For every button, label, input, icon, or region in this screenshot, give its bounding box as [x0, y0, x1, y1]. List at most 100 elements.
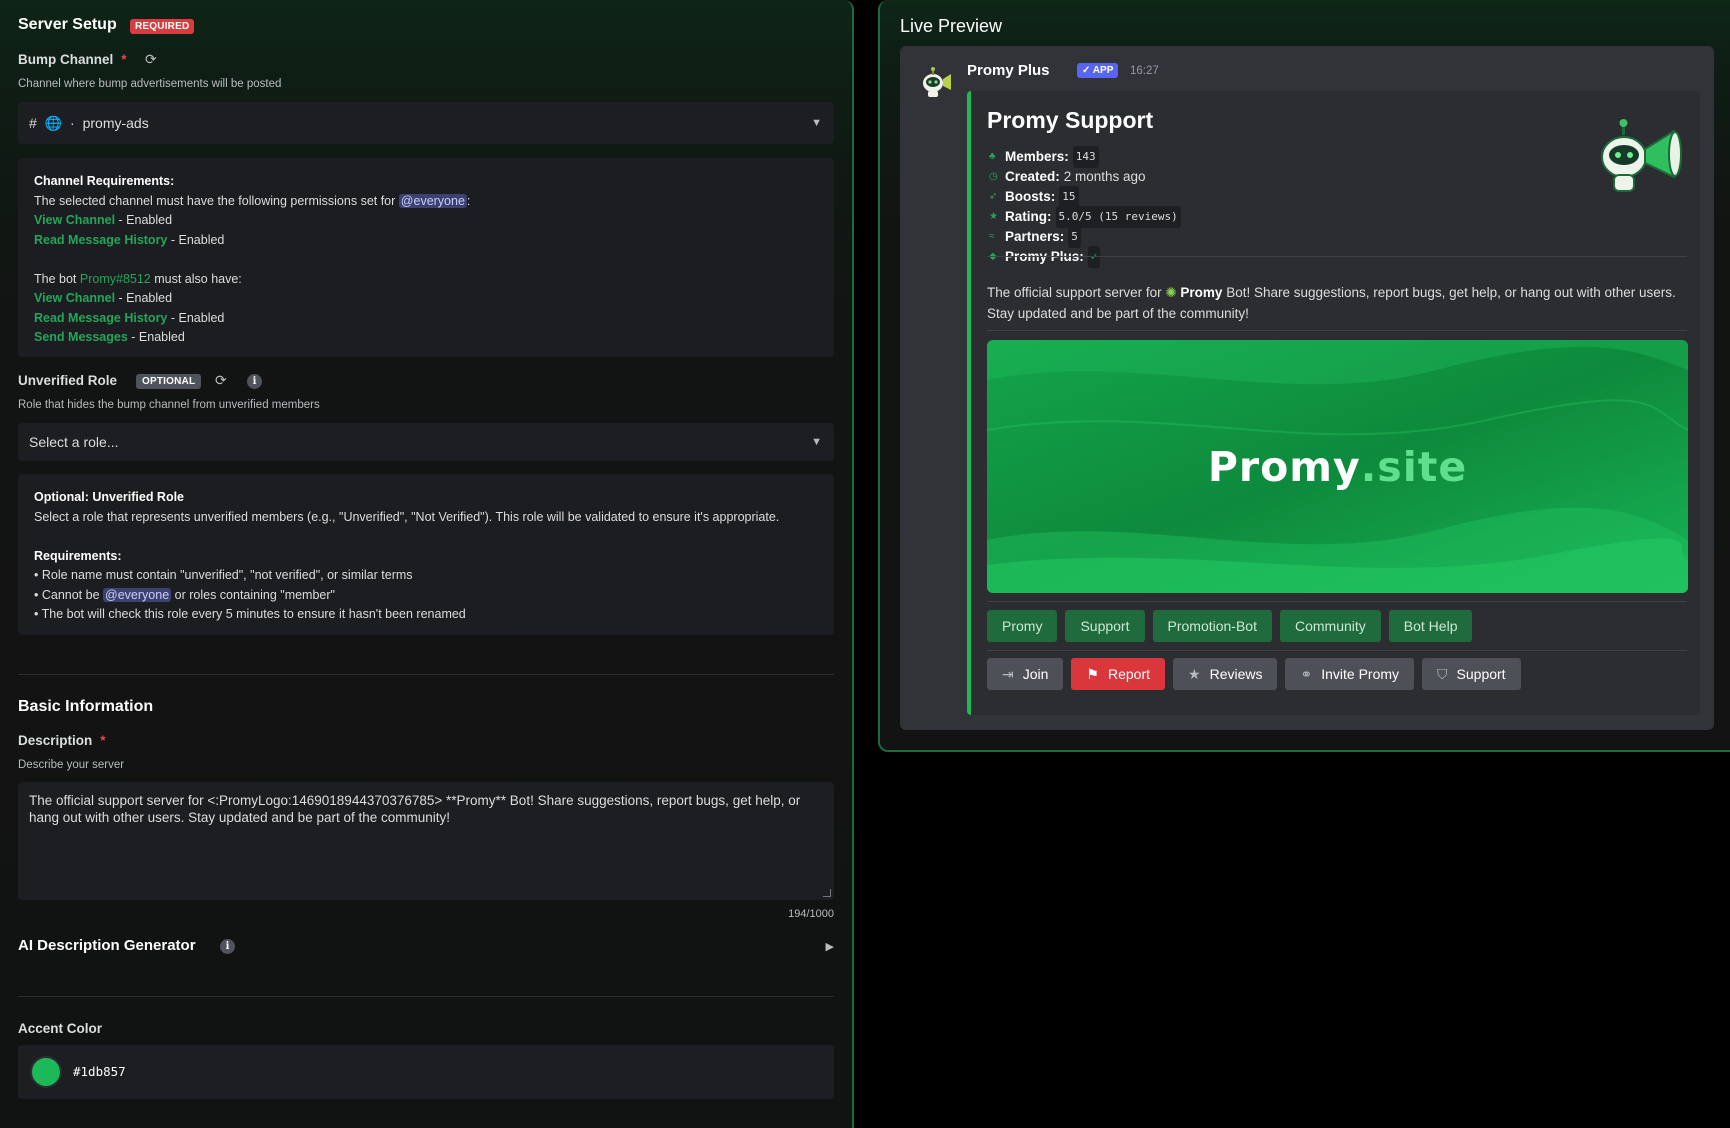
bot-requirements-intro: The bot Promy#8512 must also have:	[34, 271, 242, 286]
embed-description: The official support server for ✺ Promy …	[987, 285, 1676, 321]
unverified-role-info-box: Optional: Unverified Role Select a role …	[18, 474, 834, 635]
info-icon[interactable]: i	[247, 374, 262, 389]
embed-separator	[987, 601, 1687, 602]
tag-row: Promy Support Promotion-Bot Community Bo…	[987, 610, 1473, 642]
tag-promy[interactable]: Promy	[987, 610, 1058, 642]
channel-requirements-intro: The selected channel must have the follo…	[34, 193, 471, 208]
embed-title: Promy Support	[987, 107, 1154, 133]
bot-perm-view-channel: View Channel - Enabled	[34, 291, 173, 305]
button-row: ⇥ Join ⚑ Report ★ Reviews ⚭ Invite Promy ⛉ Su…	[987, 658, 1521, 690]
flag-icon: ⚑	[1086, 665, 1099, 682]
bot-perm-read-history: Read Message History - Enabled	[34, 310, 225, 325]
star-icon: ★	[989, 211, 998, 222]
stat-promy-plus: ◆Promy Plus:✓	[989, 246, 1181, 268]
live-preview-panel: Live Preview Promy Plus ✓ APP 16:27 Prom…	[878, 0, 1730, 752]
bump-channel-select[interactable]: # 🌐 · promy-ads ▼	[18, 102, 834, 144]
stat-created: ◷ Created: 2 months ago	[989, 167, 1181, 187]
unverified-role-refresh-icon[interactable]: ⟳	[215, 372, 227, 389]
report-button[interactable]: ⚑ Report	[1071, 658, 1166, 690]
requirements-title: Requirements:	[34, 548, 122, 563]
embed-banner-image[interactable]: Promy .site	[987, 340, 1688, 593]
bump-channel-label: Bump Channel *	[18, 52, 127, 67]
requirement-item: • The bot will check this role every 5 m…	[34, 607, 466, 621]
bump-channel-hint: Channel where bump advertisements will b…	[18, 78, 282, 90]
server-setup-title: Server Setup	[18, 16, 117, 33]
embed-separator	[987, 256, 1687, 257]
unverified-role-select[interactable]: Select a role... ▼	[18, 423, 834, 461]
tag-support[interactable]: Support	[1065, 610, 1145, 642]
shield-icon: ⛉	[1437, 665, 1448, 682]
channel-hash: #	[29, 115, 37, 131]
optional-badge: OPTIONAL	[136, 374, 202, 389]
unverified-info-text: Select a role that represents unverified…	[34, 509, 780, 524]
server-setup-panel: Server Setup REQUIRED Bump Channel * ⟳ Ch…	[0, 0, 854, 1128]
chevron-down-icon: ▼	[811, 436, 822, 448]
app-badge: ✓ APP	[1077, 63, 1119, 78]
banner-text: Promy .site	[1207, 442, 1468, 491]
everyone-mention[interactable]: @everyone	[398, 193, 467, 208]
reviews-button[interactable]: ★ Reviews	[1173, 658, 1278, 690]
support-button[interactable]: ⛉ Support	[1422, 658, 1521, 690]
expand-arrow-icon[interactable]: ▶	[826, 940, 834, 953]
message-preview: Promy Plus ✓ APP 16:27 Promy Support ♣ Me…	[900, 46, 1714, 730]
clock-icon: ◷	[989, 171, 998, 182]
requirement-item: • Cannot be @everyone or roles containin…	[34, 587, 335, 602]
bot-name: Promy#8512	[79, 271, 151, 286]
stat-rating: ★ Rating: 5.0/5 (15 reviews)	[989, 206, 1181, 228]
ai-generator-title[interactable]: AI Description Generator	[18, 937, 196, 954]
stat-members: ♣ Members: 143	[989, 146, 1181, 168]
rocket-icon: ➶	[989, 191, 998, 202]
embed-thumbnail	[1590, 113, 1686, 201]
section-divider	[18, 674, 834, 675]
tag-promotion-bot[interactable]: Promotion-Bot	[1152, 610, 1272, 642]
embed-stats: ♣ Members: 143 ◷ Created: 2 months ago ➶ Boos…	[989, 146, 1181, 268]
bot-perm-send-messages: Send Messages - Enabled	[34, 330, 185, 344]
promy-logo-emoji-icon: ✺	[1165, 285, 1177, 300]
gem-icon: ◆	[989, 247, 1005, 267]
link-icon: ⚭	[1300, 665, 1313, 682]
info-icon[interactable]: i	[220, 939, 235, 954]
selected-channel: promy-ads	[82, 115, 149, 131]
embed-separator	[987, 330, 1687, 331]
server-embed: Promy Support ♣ Members: 143 ◷ Created: 2 mo…	[967, 91, 1700, 715]
description-hint: Describe your server	[18, 759, 125, 771]
star-icon: ★	[1188, 665, 1201, 682]
channel-requirements-box: Channel Requirements: The selected chann…	[18, 158, 834, 357]
accent-hex-value[interactable]: #1db857	[73, 1064, 126, 1079]
join-button[interactable]: ⇥ Join	[987, 658, 1064, 690]
description-value: The official support server for <:PromyL…	[29, 793, 801, 825]
channel-requirements-title: Channel Requirements:	[34, 174, 175, 188]
message-timestamp: 16:27	[1130, 65, 1159, 77]
stat-boosts: ➶ Boosts: 15	[989, 186, 1181, 208]
handshake-icon: ≈	[989, 231, 995, 242]
author-name[interactable]: Promy Plus	[967, 62, 1050, 79]
accent-color-picker[interactable]: #1db857	[18, 1045, 834, 1099]
bot-avatar[interactable]	[916, 62, 956, 102]
description-textarea[interactable]: The official support server for <:PromyL…	[18, 782, 834, 900]
unverified-info-title: Optional: Unverified Role	[34, 490, 185, 504]
tag-community[interactable]: Community	[1279, 610, 1381, 642]
required-badge: REQUIRED	[130, 19, 195, 34]
unverified-role-hint: Role that hides the bump channel from un…	[18, 399, 320, 411]
everyone-mention[interactable]: @everyone	[103, 587, 172, 602]
unverified-role-label: Unverified Role	[18, 373, 118, 388]
door-icon: ⇥	[1002, 665, 1014, 682]
members-icon: ♣	[989, 151, 996, 162]
globe-icon: 🌐	[44, 115, 63, 131]
invite-button[interactable]: ⚭ Invite Promy	[1285, 658, 1415, 690]
bump-channel-refresh-icon[interactable]: ⟳	[145, 51, 157, 68]
description-label: Description *	[18, 733, 106, 748]
accent-color-label: Accent Color	[18, 1021, 103, 1036]
live-preview-title: Live Preview	[900, 16, 1003, 36]
section-divider	[18, 996, 834, 997]
tag-bot-help[interactable]: Bot Help	[1388, 610, 1473, 642]
stat-partners: ≈ Partners: 5	[989, 226, 1181, 248]
color-swatch[interactable]	[30, 1056, 62, 1088]
basic-info-title: Basic Information	[18, 698, 154, 715]
perm-read-history: Read Message History - Enabled	[34, 232, 225, 247]
resize-handle[interactable]	[823, 889, 831, 897]
dot-separator: ·	[70, 115, 75, 131]
perm-view-channel: View Channel - Enabled	[34, 213, 173, 227]
embed-separator	[987, 650, 1687, 651]
role-select-placeholder: Select a role...	[29, 434, 119, 450]
